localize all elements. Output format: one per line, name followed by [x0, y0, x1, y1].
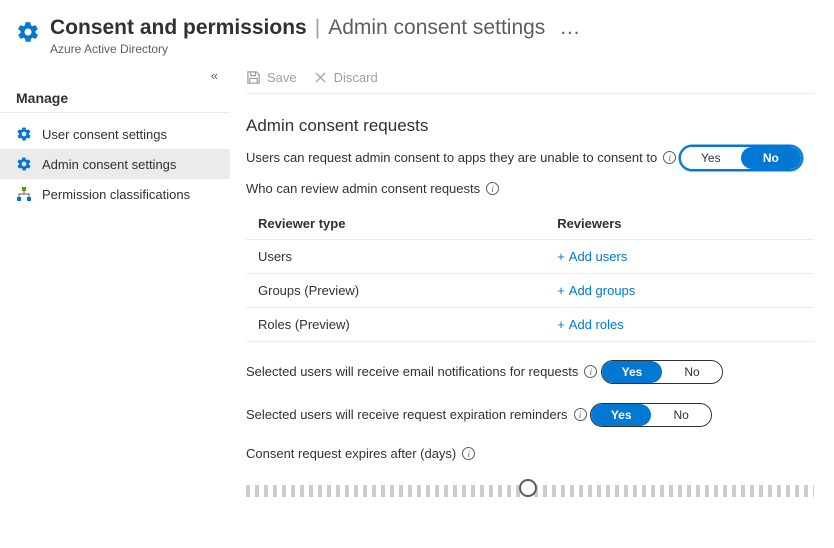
plus-icon: + — [557, 249, 565, 264]
field-label: Selected users will receive request expi… — [246, 407, 568, 422]
toggle-option-yes[interactable]: Yes — [591, 404, 651, 426]
add-roles-link[interactable]: +Add roles — [557, 317, 802, 332]
collapse-sidebar-button[interactable]: « — [211, 68, 218, 83]
toggle-email-notifications[interactable]: Yes No — [601, 360, 723, 384]
title-secondary: Admin consent settings — [328, 16, 545, 40]
sidebar-item-label: Permission classifications — [42, 187, 190, 202]
sidebar-heading: Manage — [0, 68, 230, 113]
field-expiration-reminders: Selected users will receive request expi… — [246, 403, 814, 428]
cell-type: Users — [258, 249, 557, 264]
column-header-reviewers: Reviewers — [557, 216, 802, 231]
plus-icon: + — [557, 283, 565, 298]
gear-icon — [16, 20, 40, 44]
sidebar-item-admin-consent-settings[interactable]: Admin consent settings — [0, 149, 230, 179]
save-icon — [246, 70, 261, 85]
cell-type: Groups (Preview) — [258, 283, 557, 298]
save-label: Save — [267, 70, 297, 85]
gear-icon — [16, 126, 32, 142]
sidebar-item-label: Admin consent settings — [42, 157, 176, 172]
sidebar-item-user-consent-settings[interactable]: User consent settings — [0, 119, 230, 149]
page-title: Consent and permissions | Admin consent … — [50, 16, 580, 40]
cell-type: Roles (Preview) — [258, 317, 557, 332]
info-icon[interactable]: i — [584, 365, 597, 378]
discard-label: Discard — [334, 70, 378, 85]
slider-thumb[interactable] — [519, 479, 537, 497]
info-icon[interactable]: i — [462, 447, 475, 460]
field-expires-after: Consent request expires after (days) i — [246, 446, 814, 505]
table-row: Groups (Preview) +Add groups — [246, 274, 814, 308]
field-email-notifications: Selected users will receive email notifi… — [246, 360, 814, 385]
main-content: Save Discard Admin consent requests User… — [230, 62, 834, 548]
add-groups-link[interactable]: +Add groups — [557, 283, 802, 298]
title-separator: | — [315, 16, 320, 40]
title-primary: Consent and permissions — [50, 16, 307, 40]
toggle-option-no[interactable]: No — [741, 147, 801, 169]
section-title: Admin consent requests — [246, 116, 814, 136]
hierarchy-icon — [16, 186, 32, 202]
more-menu-button[interactable]: … — [559, 16, 580, 40]
field-label: Who can review admin consent requests — [246, 181, 480, 196]
field-users-can-request: Users can request admin consent to apps … — [246, 146, 814, 171]
field-label: Users can request admin consent to apps … — [246, 150, 657, 165]
table-header: Reviewer type Reviewers — [246, 208, 814, 240]
sidebar-item-permission-classifications[interactable]: Permission classifications — [0, 179, 230, 209]
field-label: Selected users will receive email notifi… — [246, 364, 578, 379]
command-bar: Save Discard — [246, 62, 814, 94]
save-button[interactable]: Save — [246, 70, 297, 85]
add-users-link[interactable]: +Add users — [557, 249, 802, 264]
field-label: Consent request expires after (days) — [246, 446, 456, 461]
toggle-users-can-request[interactable]: Yes No — [680, 146, 802, 170]
gear-icon — [16, 156, 32, 172]
info-icon[interactable]: i — [574, 408, 587, 421]
info-icon[interactable]: i — [486, 182, 499, 195]
toggle-expiration-reminders[interactable]: Yes No — [590, 403, 712, 427]
toggle-option-no[interactable]: No — [662, 361, 722, 383]
page-header: Consent and permissions | Admin consent … — [0, 0, 834, 62]
days-slider[interactable] — [246, 477, 814, 505]
toggle-option-yes[interactable]: Yes — [681, 147, 741, 169]
table-row: Users +Add users — [246, 240, 814, 274]
table-row: Roles (Preview) +Add roles — [246, 308, 814, 342]
plus-icon: + — [557, 317, 565, 332]
discard-button[interactable]: Discard — [313, 70, 378, 85]
toggle-option-yes[interactable]: Yes — [602, 361, 662, 383]
sidebar-item-label: User consent settings — [42, 127, 167, 142]
field-who-can-review: Who can review admin consent requests i … — [246, 181, 814, 342]
close-icon — [313, 70, 328, 85]
reviewer-table: Reviewer type Reviewers Users +Add users… — [246, 208, 814, 342]
breadcrumb: Azure Active Directory — [50, 42, 580, 56]
column-header-type: Reviewer type — [258, 216, 557, 231]
toggle-option-no[interactable]: No — [651, 404, 711, 426]
info-icon[interactable]: i — [663, 151, 676, 164]
sidebar: « Manage User consent settings Admin con… — [0, 62, 230, 548]
